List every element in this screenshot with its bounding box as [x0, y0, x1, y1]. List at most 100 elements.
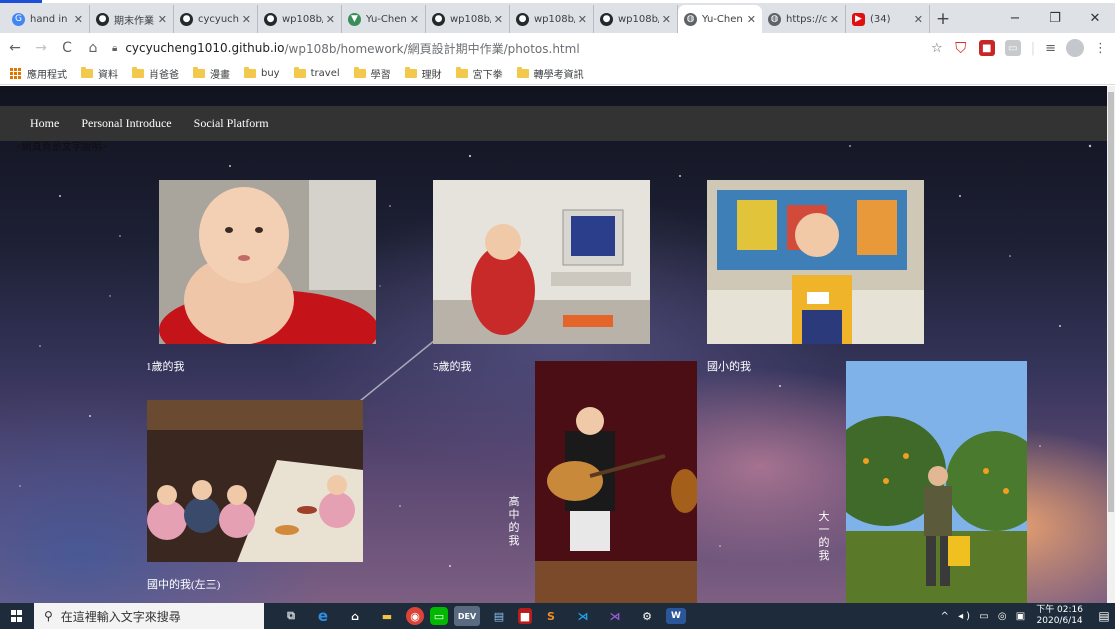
close-tab-icon[interactable]: ✕ [242, 13, 251, 26]
word-icon[interactable]: W [666, 608, 686, 624]
tab-strip: Ghand in -✕ ●期末作業✕ ●cycyuche✕ ●wp108b/✕ … [0, 3, 1115, 33]
bookmark-label: buy [261, 68, 280, 79]
close-tab-icon[interactable]: ✕ [662, 13, 671, 26]
tab[interactable]: ● wp108b/✕ [594, 5, 678, 33]
bookmark-apps[interactable]: 應用程式 [10, 66, 67, 81]
forward-button[interactable]: → [30, 37, 52, 59]
folder-icon [516, 67, 529, 78]
github-icon: ● [96, 12, 109, 26]
explorer-icon[interactable]: ▬ [374, 606, 400, 626]
line-icon[interactable]: ▭ [430, 607, 448, 625]
tab[interactable]: ◍ https://c ✕ [762, 5, 846, 33]
notification-icon[interactable]: ▤ [1093, 603, 1115, 629]
bookmark-folder[interactable]: 理財 [404, 66, 442, 81]
menu-dots-icon[interactable]: ⋮ [1094, 41, 1107, 56]
dev-icon[interactable]: DEV [454, 606, 480, 626]
tab[interactable]: ● wp108b/✕ [426, 5, 510, 33]
clock[interactable]: 下午 02:16 2020/6/14 [1036, 605, 1083, 627]
reload-button[interactable]: C [56, 37, 78, 59]
photo-college-freshman[interactable] [846, 361, 1027, 603]
vscode-icon[interactable]: ⋊ [570, 606, 596, 626]
bookmark-label: 肖爸爸 [149, 70, 179, 81]
tab[interactable]: Ghand in - ✕ [6, 5, 90, 33]
close-tab-icon[interactable]: ✕ [914, 13, 923, 26]
settings-icon[interactable]: ⚙ [634, 606, 660, 626]
tab[interactable]: ● 期末作業 ✕ [90, 5, 174, 33]
tab[interactable]: ● cycyuche✕ [174, 5, 258, 33]
nav-personal-introduce-link[interactable]: Personal Introduce [81, 116, 171, 131]
tab-title: (34) [870, 13, 891, 25]
photo-five-year-old[interactable] [433, 180, 650, 344]
bookmark-folder[interactable]: buy [244, 67, 280, 79]
background-alt-text: <網頁背景文字說明> [16, 142, 108, 153]
close-tab-icon[interactable]: ✕ [410, 13, 419, 26]
vs-icon[interactable]: ⋊ [602, 606, 628, 626]
search-icon: ⚲ [44, 609, 53, 623]
separator: | [1030, 40, 1036, 56]
github-icon: ● [432, 12, 445, 26]
bookmark-folder[interactable]: 轉學考資訊 [516, 66, 584, 81]
close-tab-icon[interactable]: ✕ [494, 13, 503, 26]
bookmark-folder[interactable]: 宮下拳 [455, 66, 503, 81]
tab[interactable]: ▼ Yu-Cheng✕ [342, 5, 426, 33]
tray-icons[interactable]: ^ ◂) ▭ ◎ ▣ [941, 611, 1029, 622]
github-icon: ● [600, 12, 613, 26]
edge-icon[interactable]: e [310, 606, 336, 626]
close-tab-icon[interactable]: ✕ [74, 13, 83, 26]
close-tab-icon[interactable]: ✕ [830, 13, 839, 26]
minimize-button[interactable]: − [995, 3, 1035, 33]
bookmark-label: 學習 [370, 70, 391, 81]
folder-icon [293, 67, 306, 78]
sublime-icon[interactable]: S [538, 606, 564, 626]
screen: Ghand in -✕ ●期末作業✕ ●cycyuche✕ ●wp108b/✕ … [0, 0, 1115, 629]
photo-caption: 1歲的我 [146, 361, 185, 373]
profile-avatar[interactable] [1066, 39, 1084, 57]
reading-list-icon[interactable]: ≡ [1045, 41, 1056, 56]
close-tab-icon[interactable]: ✕ [158, 13, 167, 26]
address-bar[interactable]: 🔒︎ cycyucheng1010.github.io /wp108b/home… [112, 37, 960, 59]
photo-one-year-old[interactable] [159, 180, 376, 344]
tab[interactable]: ● wp108b/✕ [258, 5, 342, 33]
photo-elementary-school[interactable] [707, 180, 924, 344]
notepad-icon[interactable]: ▤ [486, 606, 512, 626]
bookmark-folder[interactable]: 資料 [81, 66, 118, 81]
start-button[interactable] [0, 603, 34, 629]
shield-extension-icon[interactable]: ⛉ [953, 39, 969, 57]
bookmark-folder[interactable]: 學習 [353, 66, 391, 81]
nav-social-platform-link[interactable]: Social Platform [194, 116, 269, 131]
nav-home-link[interactable]: Home [30, 116, 59, 131]
bookmark-star-icon[interactable]: ☆ [931, 41, 943, 56]
task-view-icon[interactable]: ⧉ [278, 606, 304, 626]
url-host: cycyucheng1010.github.io [125, 41, 285, 55]
close-tab-icon[interactable]: ✕ [747, 13, 756, 26]
tab[interactable]: ▶ (34) ✕ [846, 5, 930, 33]
bookmark-folder[interactable]: 漫畫 [193, 66, 230, 81]
bookmark-folder[interactable]: 肖爸爸 [132, 66, 179, 81]
home-button[interactable]: ⌂ [82, 37, 104, 59]
vue-icon: ▼ [348, 12, 361, 26]
photo-junior-high[interactable] [147, 400, 363, 562]
tab-title: wp108b/ [534, 13, 575, 25]
close-window-button[interactable]: ✕ [1075, 3, 1115, 33]
tab[interactable]: ● wp108b/✕ [510, 5, 594, 33]
new-tab-button[interactable]: + [930, 5, 956, 33]
back-button[interactable]: ← [4, 37, 26, 59]
photo-high-school[interactable] [535, 361, 697, 603]
folder-icon [455, 67, 468, 78]
restore-button[interactable]: ❐ [1035, 3, 1075, 33]
close-tab-icon[interactable]: ✕ [326, 13, 335, 26]
photo-caption: 5歲的我 [433, 361, 472, 373]
close-tab-icon[interactable]: ✕ [578, 13, 587, 26]
red-extension-icon[interactable]: ■ [978, 40, 995, 56]
store-icon[interactable]: ⌂ [342, 606, 368, 626]
page-scrollbar[interactable] [1107, 86, 1115, 603]
taskbar-search[interactable]: ⚲ 在這裡輸入文字來搜尋 [34, 603, 264, 629]
globe-icon: ◍ [684, 12, 697, 26]
tab-active[interactable]: ◍ Yu-Chen ✕ [678, 5, 762, 33]
bookmark-folder[interactable]: travel [293, 67, 340, 79]
chrome-icon[interactable]: ◉ [406, 607, 424, 625]
gray-extension-icon[interactable]: ▭ [1004, 40, 1021, 56]
app-red-icon[interactable]: ■ [518, 608, 532, 624]
folder-icon [404, 67, 417, 78]
scrollbar-thumb[interactable] [1108, 92, 1114, 512]
